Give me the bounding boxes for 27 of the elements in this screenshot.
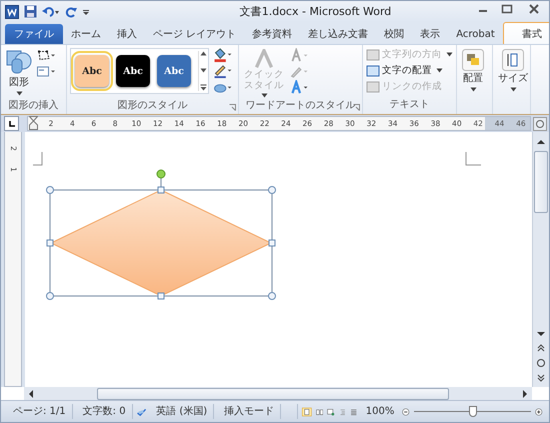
ribbon-tab[interactable]: 参考資料 <box>244 24 300 44</box>
group-label: テキスト <box>390 98 430 112</box>
group-label: 図形の挿入 <box>8 99 58 113</box>
input-mode[interactable]: 挿入モード <box>218 404 282 419</box>
window-title: 文書1.docx - Microsoft Word <box>238 4 392 19</box>
zoom-level[interactable]: 100% <box>366 406 394 417</box>
group-label: ワードアートのスタイル <box>246 99 356 113</box>
word-count[interactable]: 文字数: 0 <box>76 404 133 419</box>
shape-style-option[interactable]: Abc <box>116 55 150 87</box>
shape-style-option[interactable]: Abc <box>157 55 191 87</box>
ribbon-tab[interactable]: ホーム <box>63 24 109 44</box>
ribbon-tab[interactable]: 校閲 <box>376 24 412 44</box>
shape-style-option[interactable]: Abc <box>75 55 109 87</box>
ribbon-tab[interactable]: 挿入 <box>109 24 145 44</box>
ribbon-tab[interactable]: 差し込み文書 <box>300 24 376 44</box>
language-indicator[interactable]: 英語 (米国) <box>150 404 214 419</box>
ribbon-tab[interactable]: 表示 <box>412 24 448 44</box>
ribbon-tab[interactable]: Acrobat <box>448 24 503 44</box>
text-command[interactable]: 文字の配置 <box>366 63 445 78</box>
ribbon-tab[interactable]: 書式 <box>502 22 549 44</box>
group-label: 図形のスタイル <box>118 99 188 113</box>
page-count[interactable]: ページ: 1/1 <box>7 404 73 419</box>
shapes-button[interactable]: 図形 <box>4 48 34 99</box>
file-tab[interactable]: ファイル <box>5 24 63 44</box>
size-button[interactable]: サイズ <box>496 48 530 95</box>
ribbon-tab[interactable]: ページ レイアウト <box>145 24 244 44</box>
arrange-button[interactable]: 配置 <box>460 48 486 95</box>
